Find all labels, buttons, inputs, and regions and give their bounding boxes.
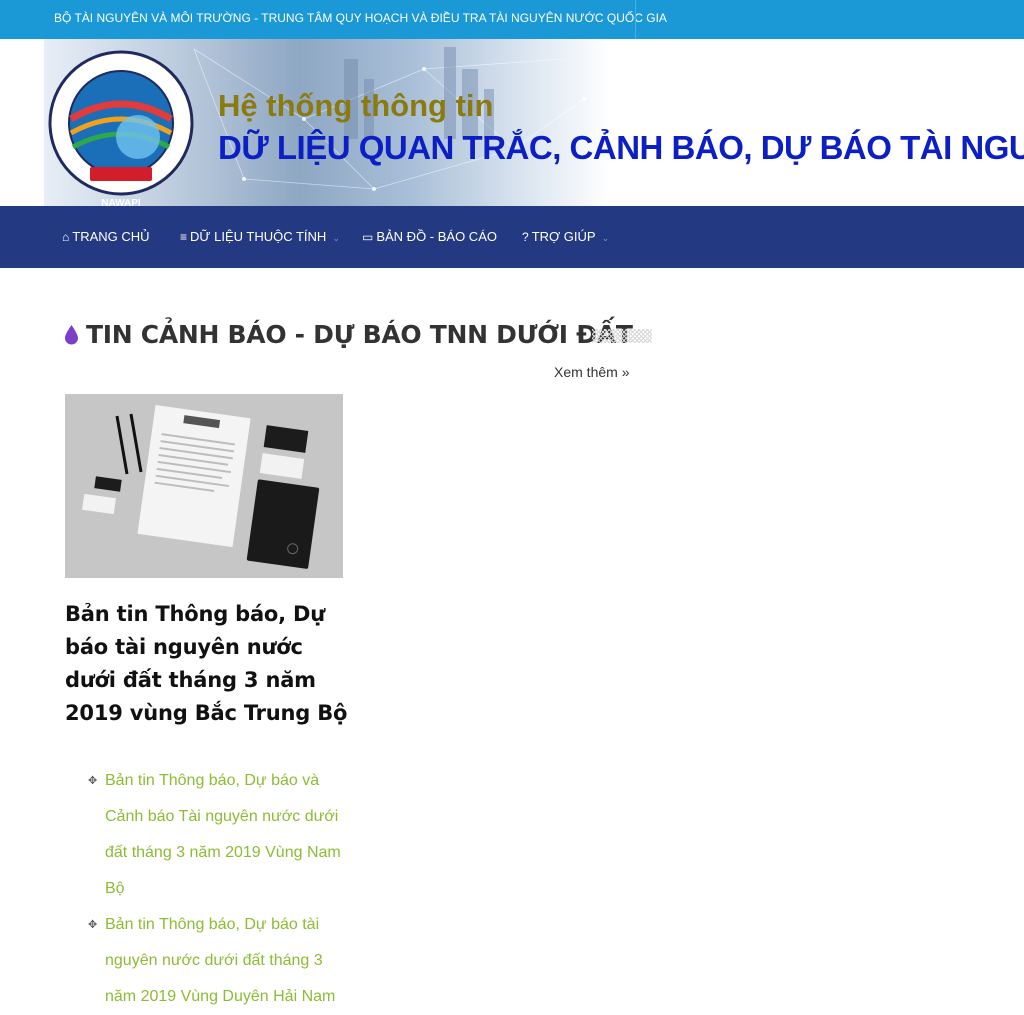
related-post-item[interactable]: ✥ Bản tin Thông báo, Dự báo tài nguyên n… — [88, 907, 358, 1015]
related-post-link[interactable]: Bản tin Thông báo, Dự báo tài nguyên nướ… — [105, 916, 335, 1005]
nav-label-data: DỮ LIỆU THUỘC TÍNH — [190, 229, 327, 244]
related-posts-list: ✥ Bản tin Thông báo, Dự báo và Cảnh báo … — [88, 763, 358, 1015]
related-post-link[interactable]: Bản tin Thông báo, Dự báo và Cảnh báo Tà… — [105, 772, 341, 897]
related-post-item[interactable]: ✥ Bản tin Thông báo, Dự báo và Cảnh báo … — [88, 763, 358, 907]
bullet-icon: ✥ — [88, 919, 98, 931]
see-more-link[interactable]: Xem thêm » — [554, 364, 629, 380]
main-nav: ⌂ TRANG CHỦ ≡ DỮ LIỆU THUỘC TÍNH ⌄ ▭ BẢN ĐỒ … — [0, 206, 1024, 268]
ministry-title: BỘ TÀI NGUYÊN VÀ MÔI TRƯỜNG - TRUNG TÂM … — [54, 11, 667, 25]
nav-label-home: TRANG CHỦ — [72, 229, 150, 244]
nav-label-help: TRỢ GIÚP — [531, 229, 596, 244]
water-drop-icon — [65, 325, 78, 345]
nav-item-home[interactable]: ⌂ TRANG CHỦ — [62, 229, 150, 244]
stationery-mockup-image — [65, 394, 343, 578]
section-title: TIN CẢNH BÁO - DỰ BÁO TNN DƯỚI ĐẤT — [86, 320, 633, 349]
site-banner: NAWAPI Hệ thống thông tin DỮ LIỆU QUAN T… — [0, 39, 1024, 206]
nawapi-logo — [48, 50, 194, 196]
featured-post-title[interactable]: Bản tin Thông báo, Dự báo tài nguyên nướ… — [65, 598, 355, 730]
title-decoration — [592, 329, 652, 343]
topbar-divider — [635, 0, 636, 39]
top-bar: BỘ TÀI NGUYÊN VÀ MÔI TRƯỜNG - TRUNG TÂM … — [0, 0, 1024, 39]
featured-thumbnail[interactable] — [65, 394, 343, 578]
nav-item-data[interactable]: ≡ DỮ LIỆU THUỘC TÍNH ⌄ — [180, 229, 340, 244]
chevron-down-icon: ⌄ — [332, 233, 340, 243]
database-icon: ≡ — [180, 230, 188, 244]
nav-label-map: BẢN ĐỒ - BÁO CÁO — [376, 229, 497, 244]
banner-title: DỮ LIỆU QUAN TRẮC, CẢNH BÁO, DỰ BÁO TÀI … — [218, 129, 1024, 166]
home-icon: ⌂ — [62, 230, 70, 244]
nav-item-help[interactable]: ? TRỢ GIÚP ⌄ — [522, 229, 609, 244]
bullet-icon: ✥ — [88, 775, 98, 787]
question-icon: ? — [522, 230, 529, 244]
logo-badge-text: NAWAPI — [101, 198, 141, 206]
nav-item-map[interactable]: ▭ BẢN ĐỒ - BÁO CÁO — [362, 229, 497, 244]
map-icon: ▭ — [362, 230, 374, 244]
banner-subtitle: Hệ thống thông tin — [218, 88, 494, 123]
chevron-down-icon: ⌄ — [601, 233, 610, 243]
